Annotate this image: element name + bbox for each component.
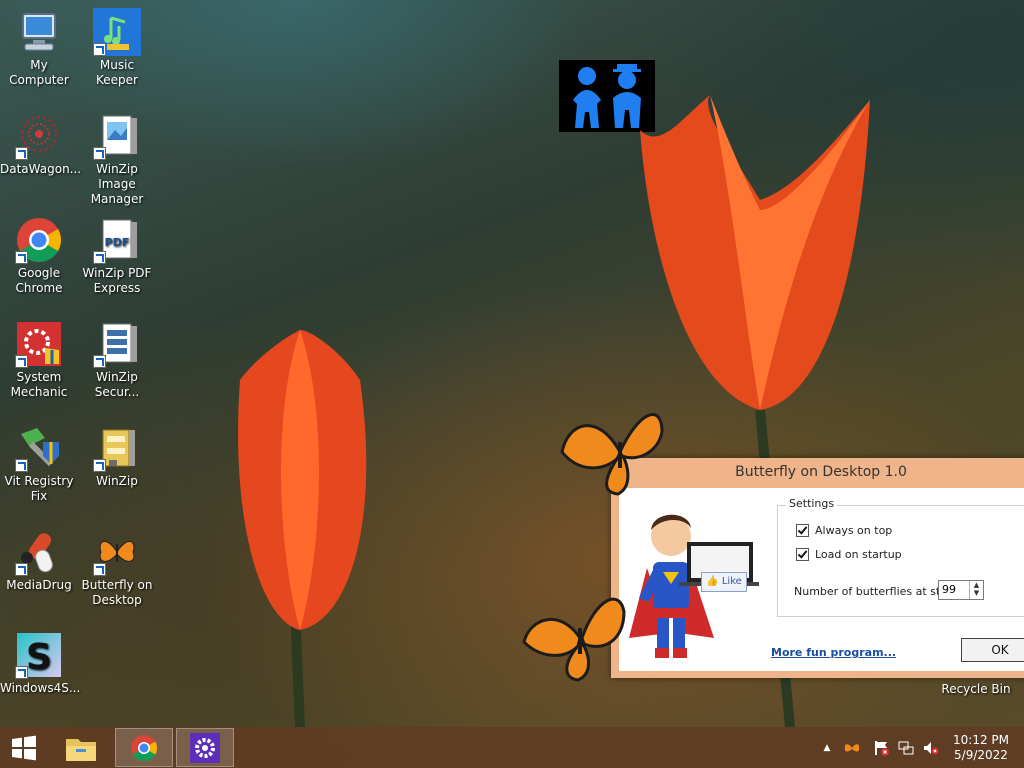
volume-muted-icon — [924, 741, 939, 754]
butterflies-count-label: Number of butterflies at start — [794, 585, 956, 598]
stepper-buttons[interactable]: ▲ ▼ — [969, 581, 983, 599]
checkbox-checked-icon — [796, 524, 809, 537]
thumbs-up-icon: 👍 — [706, 576, 719, 587]
butterflies-count-stepper[interactable]: 99 ▲ ▼ — [938, 580, 984, 600]
like-button[interactable]: 👍 Like — [701, 572, 747, 592]
settings-group: Settings Always on top Load on startup N… — [777, 497, 1024, 617]
flag-icon — [875, 740, 889, 756]
more-fun-program-link[interactable]: More fun program... — [771, 646, 896, 659]
tray-volume[interactable] — [920, 727, 942, 768]
taskbar-file-explorer[interactable] — [52, 728, 110, 767]
start-button[interactable] — [0, 728, 48, 767]
always-on-top-label: Always on top — [815, 524, 893, 537]
clock-date: 5/9/2022 — [954, 747, 1008, 762]
dialog-title: Butterfly on Desktop 1.0 — [735, 464, 907, 480]
butterfly-sprite-bottom[interactable] — [520, 588, 630, 683]
tray-butterfly[interactable] — [842, 727, 862, 768]
gear-icon — [190, 732, 220, 763]
network-icon — [898, 741, 914, 754]
stepper-up-icon[interactable]: ▲ — [970, 581, 983, 589]
tray-clock[interactable]: 10:12 PM 5/9/2022 — [948, 727, 1014, 768]
stepper-down-icon[interactable]: ▼ — [970, 589, 983, 597]
ok-button[interactable]: OK — [961, 638, 1024, 662]
chrome-icon — [131, 734, 158, 761]
tray-action-center[interactable] — [870, 727, 892, 768]
clock-time: 10:12 PM — [953, 732, 1009, 747]
always-on-top-checkbox[interactable]: Always on top — [796, 524, 892, 537]
settings-title: Settings — [786, 497, 838, 510]
checkbox-checked-icon — [796, 548, 809, 561]
taskbar-chrome[interactable] — [115, 728, 173, 767]
dialog-client: 👍 Like Settings Always on top Load on st… — [619, 488, 1024, 671]
tray-show-hidden[interactable]: ▲ — [818, 727, 836, 768]
butterfly-icon — [844, 743, 860, 752]
butterflies-count-value: 99 — [942, 583, 956, 596]
taskbar-settings[interactable] — [176, 728, 234, 767]
load-on-startup-checkbox[interactable]: Load on startup — [796, 548, 902, 561]
butterfly-sprite-top[interactable] — [558, 402, 668, 497]
load-on-startup-label: Load on startup — [815, 548, 902, 561]
desktop-icon-label: Recycle Bin — [941, 682, 1011, 696]
like-label: Like — [721, 576, 742, 587]
desktop-icon-recycle-bin[interactable]: Recycle Bin — [936, 682, 1016, 697]
folder-icon — [66, 738, 96, 761]
butterfly-dialog: Butterfly on Desktop 1.0 👍 Like Settings — [611, 458, 1024, 678]
tray-network[interactable] — [895, 727, 917, 768]
windows-logo-icon — [12, 735, 36, 760]
